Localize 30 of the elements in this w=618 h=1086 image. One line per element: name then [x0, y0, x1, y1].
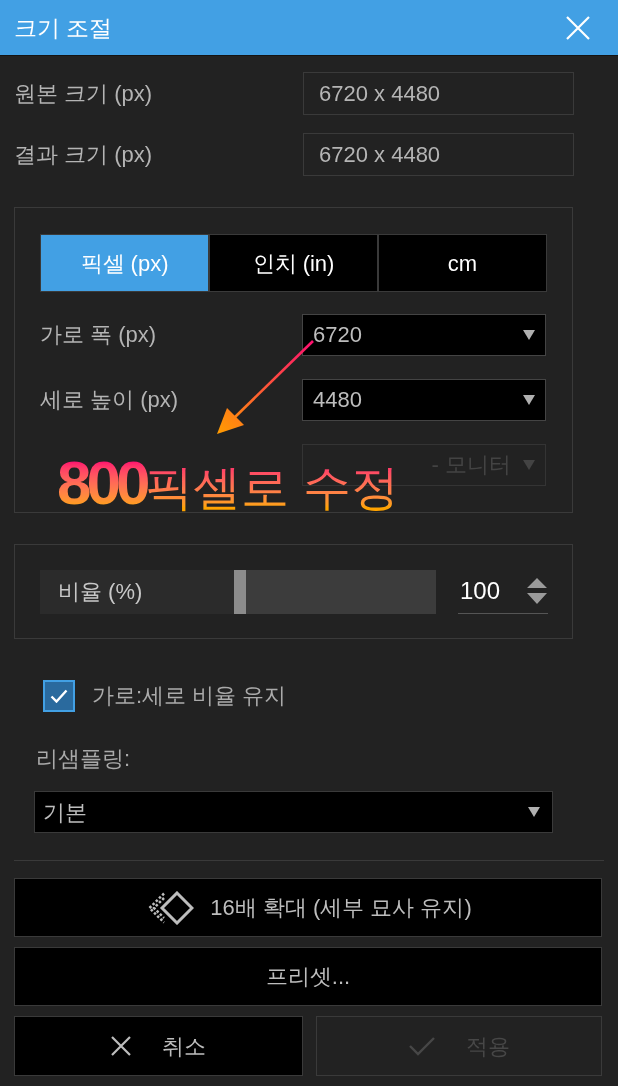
resampling-label: 리샘플링: [36, 745, 131, 773]
unit-tab[interactable]: cm [378, 234, 547, 292]
checkbox-label: 가로:세로 비율 유지 [92, 682, 287, 710]
size-value-field: 6720 x 4480 [303, 133, 574, 176]
field-label: 가로 폭 (px) [40, 321, 158, 349]
size-value-field: 6720 x 4480 [303, 72, 574, 115]
size-label: 결과 크기 (px) [14, 140, 154, 169]
resampling-dropdown[interactable]: 기본 [34, 791, 553, 833]
checkmark-icon [50, 689, 68, 703]
spinner-icon[interactable] [527, 578, 547, 604]
size-label: 원본 크기 (px) [14, 79, 154, 108]
close-icon [111, 1036, 131, 1056]
unit-tab[interactable]: 인치 (in) [209, 234, 378, 292]
dropdown[interactable]: 4480 [302, 379, 546, 421]
preset-button[interactable]: 프리셋... [14, 947, 602, 1006]
dropdown[interactable]: 6720 [302, 314, 546, 356]
upscale-button[interactable]: 16배 확대 (세부 묘사 유지) [14, 878, 602, 937]
field-label: 세로 높이 (px) [40, 386, 180, 414]
scale-slider[interactable]: 비율 (%) [40, 569, 436, 614]
close-button[interactable] [566, 15, 590, 40]
caret-icon [528, 807, 540, 817]
close-icon [566, 15, 590, 40]
checkbox[interactable] [43, 680, 75, 712]
caret-icon [523, 330, 535, 340]
caret-icon [523, 395, 535, 405]
checkmark-icon [408, 1036, 435, 1056]
scale-input[interactable]: 100 [458, 569, 548, 614]
caret-icon [523, 460, 535, 470]
cancel-button[interactable]: 취소 [14, 1016, 303, 1076]
window-title: 크기 조절 [14, 13, 113, 43]
